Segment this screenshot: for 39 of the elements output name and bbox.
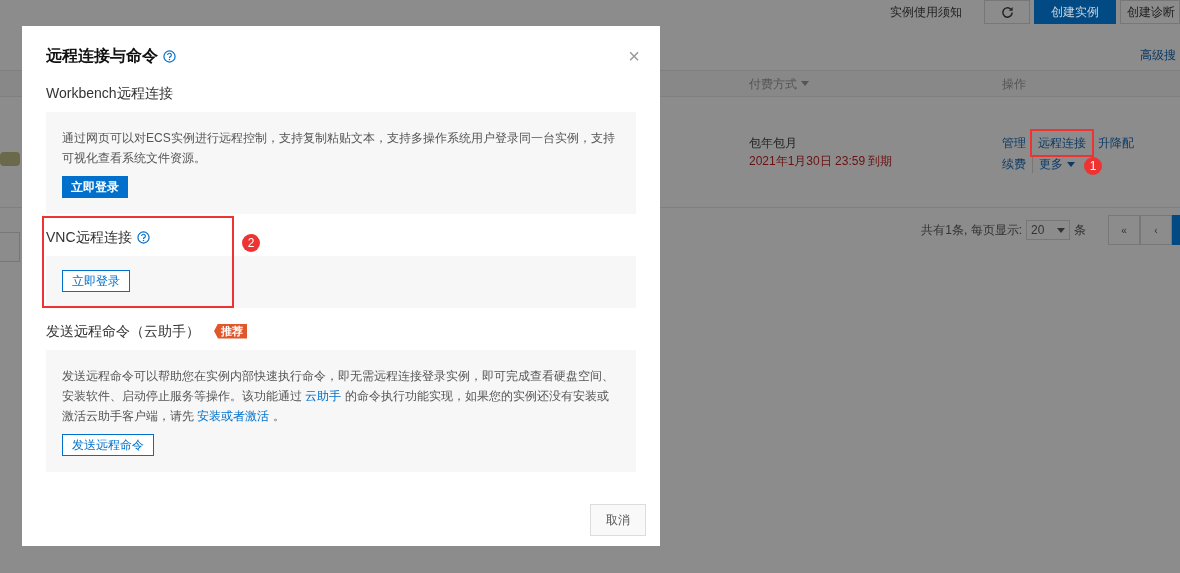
notice-link[interactable]: 实例使用须知 bbox=[882, 0, 970, 24]
help-icon[interactable] bbox=[163, 49, 176, 63]
inline-link[interactable]: 安装或者激活 bbox=[197, 409, 270, 423]
pager-button[interactable]: ‹ bbox=[1140, 215, 1172, 245]
refresh-button[interactable] bbox=[984, 0, 1030, 24]
step-marker: 2 bbox=[242, 234, 260, 252]
pagination-summary: 共有1条, 每页显示: bbox=[921, 222, 1022, 239]
page-size-value: 20 bbox=[1031, 222, 1045, 239]
section-title: VNC远程连接 bbox=[46, 227, 132, 247]
page-size-select[interactable]: 20 bbox=[1026, 220, 1070, 240]
action-link[interactable]: 升降配 bbox=[1092, 134, 1140, 152]
cancel-button[interactable]: 取消 bbox=[590, 504, 646, 536]
action-link[interactable]: 管理 bbox=[1002, 134, 1032, 152]
action-link[interactable]: 更多 bbox=[1032, 155, 1075, 173]
advanced-search-link[interactable]: 高级搜 bbox=[1140, 46, 1180, 64]
login-button[interactable]: 立即登录 bbox=[62, 270, 130, 292]
section-title: 发送远程命令（云助手） bbox=[46, 321, 200, 341]
diagnose-button[interactable]: 创建诊断 bbox=[1120, 0, 1180, 24]
section-description: 通过网页可以对ECS实例进行远程控制，支持复制粘贴文本，支持多操作系统用户登录同一台实例，支持可视化查看系统文件资源。 bbox=[62, 130, 616, 167]
step-marker: 1 bbox=[1084, 157, 1102, 175]
caret-icon bbox=[801, 81, 809, 86]
login-button[interactable]: 立即登录 bbox=[62, 176, 128, 198]
caret-icon bbox=[1057, 227, 1065, 233]
refresh-icon bbox=[1000, 5, 1014, 19]
caret-icon bbox=[1067, 161, 1075, 167]
section-description: 发送远程命令可以帮助您在实例内部快速执行命令，即无需远程连接登录实例，即可完成查看硬盘空间、安装软件、启动停止服务等操作。该功能通过 云助手 的命令执行功能实现，如果您的实例还没有安装或激活云助手客户端，请先 安装或者激活 。 bbox=[62, 368, 615, 425]
pager-button[interactable]: « bbox=[1108, 215, 1140, 245]
pagination-unit: 条 bbox=[1074, 222, 1086, 239]
table-cell-text: 包年包月 bbox=[749, 135, 798, 152]
dialog-title: 远程连接与命令 bbox=[46, 46, 158, 66]
login-button[interactable]: 发送远程命令 bbox=[62, 434, 154, 456]
section-title: Workbench远程连接 bbox=[46, 83, 173, 103]
action-link[interactable]: 续费 bbox=[1002, 155, 1032, 173]
recommend-tag: 推荐 bbox=[214, 323, 247, 339]
inline-link[interactable]: 云助手 bbox=[305, 389, 342, 403]
close-button[interactable]: × bbox=[628, 46, 640, 66]
create-instance-button[interactable]: 创建实例 bbox=[1034, 0, 1116, 24]
help-icon[interactable] bbox=[136, 230, 150, 244]
expiry-date: 2021年1月30日 23:59 到期 bbox=[749, 153, 894, 170]
